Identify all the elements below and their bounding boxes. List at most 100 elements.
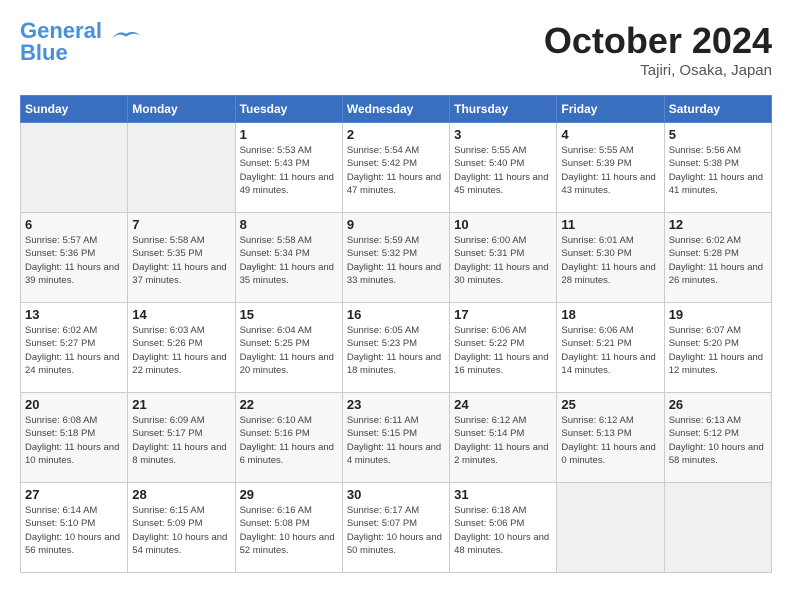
day-info: Sunrise: 5:57 AM Sunset: 5:36 PM Dayligh… (25, 234, 123, 287)
day-number: 4 (561, 127, 659, 142)
calendar-week-4: 20 Sunrise: 6:08 AM Sunset: 5:18 PM Dayli… (21, 393, 772, 483)
calendar-cell: 11 Sunrise: 6:01 AM Sunset: 5:30 PM Dayli… (557, 213, 664, 303)
day-number: 27 (25, 487, 123, 502)
calendar-cell: 27 Sunrise: 6:14 AM Sunset: 5:10 PM Dayli… (21, 483, 128, 573)
day-info: Sunrise: 6:15 AM Sunset: 5:09 PM Dayligh… (132, 504, 230, 557)
calendar-cell: 29 Sunrise: 6:16 AM Sunset: 5:08 PM Dayli… (235, 483, 342, 573)
calendar-cell: 12 Sunrise: 6:02 AM Sunset: 5:28 PM Dayli… (664, 213, 771, 303)
day-number: 21 (132, 397, 230, 412)
month-title: October 2024 (544, 20, 772, 62)
day-info: Sunrise: 6:09 AM Sunset: 5:17 PM Dayligh… (132, 414, 230, 467)
calendar-cell: 6Sunrise: 5:57 AM Sunset: 5:36 PM Daylig… (21, 213, 128, 303)
day-number: 2 (347, 127, 445, 142)
calendar-cell: 3 Sunrise: 5:55 AM Sunset: 5:40 PM Daylig… (450, 123, 557, 213)
day-info: Sunrise: 6:17 AM Sunset: 5:07 PM Dayligh… (347, 504, 445, 557)
calendar-week-3: 13Sunrise: 6:02 AM Sunset: 5:27 PM Dayli… (21, 303, 772, 393)
day-number: 13 (25, 307, 123, 322)
calendar-body: 1Sunrise: 5:53 AM Sunset: 5:43 PM Daylig… (21, 123, 772, 573)
day-number: 26 (669, 397, 767, 412)
day-number: 25 (561, 397, 659, 412)
day-info: Sunrise: 6:06 AM Sunset: 5:21 PM Dayligh… (561, 324, 659, 377)
calendar-cell: 5Sunrise: 5:56 AM Sunset: 5:38 PM Daylig… (664, 123, 771, 213)
logo-text: GeneralBlue (20, 20, 102, 64)
day-number: 10 (454, 217, 552, 232)
day-number: 1 (240, 127, 338, 142)
calendar-cell: 7Sunrise: 5:58 AM Sunset: 5:35 PM Daylig… (128, 213, 235, 303)
location-text: Tajiri, Osaka, Japan (544, 62, 772, 79)
page-header: GeneralBlue October 2024 Tajiri, Osaka, … (20, 20, 772, 79)
calendar-week-2: 6Sunrise: 5:57 AM Sunset: 5:36 PM Daylig… (21, 213, 772, 303)
calendar-table: SundayMondayTuesdayWednesdayThursdayFrid… (20, 95, 772, 573)
calendar-cell: 25 Sunrise: 6:12 AM Sunset: 5:13 PM Dayli… (557, 393, 664, 483)
calendar-cell: 22 Sunrise: 6:10 AM Sunset: 5:16 PM Dayli… (235, 393, 342, 483)
day-info: Sunrise: 6:12 AM Sunset: 5:14 PM Dayligh… (454, 414, 552, 467)
calendar-cell: 1Sunrise: 5:53 AM Sunset: 5:43 PM Daylig… (235, 123, 342, 213)
day-info: Sunrise: 6:00 AM Sunset: 5:31 PM Dayligh… (454, 234, 552, 287)
day-info: Sunrise: 6:01 AM Sunset: 5:30 PM Dayligh… (561, 234, 659, 287)
weekday-header-friday: Friday (557, 96, 664, 123)
weekday-header-saturday: Saturday (664, 96, 771, 123)
calendar-cell: 4 Sunrise: 5:55 AM Sunset: 5:39 PM Daylig… (557, 123, 664, 213)
day-number: 8 (240, 217, 338, 232)
calendar-cell: 30 Sunrise: 6:17 AM Sunset: 5:07 PM Dayli… (342, 483, 449, 573)
weekday-header-sunday: Sunday (21, 96, 128, 123)
calendar-cell: 28 Sunrise: 6:15 AM Sunset: 5:09 PM Dayli… (128, 483, 235, 573)
calendar-cell: 9 Sunrise: 5:59 AM Sunset: 5:32 PM Daylig… (342, 213, 449, 303)
calendar-cell: 23 Sunrise: 6:11 AM Sunset: 5:15 PM Dayli… (342, 393, 449, 483)
day-info: Sunrise: 6:16 AM Sunset: 5:08 PM Dayligh… (240, 504, 338, 557)
calendar-week-5: 27 Sunrise: 6:14 AM Sunset: 5:10 PM Dayli… (21, 483, 772, 573)
day-number: 24 (454, 397, 552, 412)
day-info: Sunrise: 6:02 AM Sunset: 5:28 PM Dayligh… (669, 234, 767, 287)
weekday-header-tuesday: Tuesday (235, 96, 342, 123)
day-info: Sunrise: 5:55 AM Sunset: 5:40 PM Dayligh… (454, 144, 552, 197)
calendar-cell: 26 Sunrise: 6:13 AM Sunset: 5:12 PM Dayli… (664, 393, 771, 483)
day-info: Sunrise: 5:58 AM Sunset: 5:34 PM Dayligh… (240, 234, 338, 287)
day-number: 5 (669, 127, 767, 142)
day-number: 17 (454, 307, 552, 322)
day-number: 3 (454, 127, 552, 142)
day-number: 31 (454, 487, 552, 502)
day-info: Sunrise: 5:55 AM Sunset: 5:39 PM Dayligh… (561, 144, 659, 197)
calendar-cell: 24 Sunrise: 6:12 AM Sunset: 5:14 PM Dayli… (450, 393, 557, 483)
day-info: Sunrise: 5:58 AM Sunset: 5:35 PM Dayligh… (132, 234, 230, 287)
weekday-header-wednesday: Wednesday (342, 96, 449, 123)
day-number: 16 (347, 307, 445, 322)
weekday-header-monday: Monday (128, 96, 235, 123)
day-info: Sunrise: 6:11 AM Sunset: 5:15 PM Dayligh… (347, 414, 445, 467)
day-number: 19 (669, 307, 767, 322)
day-info: Sunrise: 6:06 AM Sunset: 5:22 PM Dayligh… (454, 324, 552, 377)
day-info: Sunrise: 5:59 AM Sunset: 5:32 PM Dayligh… (347, 234, 445, 287)
day-number: 28 (132, 487, 230, 502)
day-info: Sunrise: 6:03 AM Sunset: 5:26 PM Dayligh… (132, 324, 230, 377)
day-info: Sunrise: 6:10 AM Sunset: 5:16 PM Dayligh… (240, 414, 338, 467)
day-info: Sunrise: 6:13 AM Sunset: 5:12 PM Dayligh… (669, 414, 767, 467)
day-info: Sunrise: 6:14 AM Sunset: 5:10 PM Dayligh… (25, 504, 123, 557)
calendar-week-1: 1Sunrise: 5:53 AM Sunset: 5:43 PM Daylig… (21, 123, 772, 213)
day-number: 12 (669, 217, 767, 232)
day-info: Sunrise: 6:18 AM Sunset: 5:06 PM Dayligh… (454, 504, 552, 557)
day-info: Sunrise: 6:08 AM Sunset: 5:18 PM Dayligh… (25, 414, 123, 467)
day-number: 30 (347, 487, 445, 502)
calendar-cell: 10 Sunrise: 6:00 AM Sunset: 5:31 PM Dayli… (450, 213, 557, 303)
day-number: 20 (25, 397, 123, 412)
calendar-cell (21, 123, 128, 213)
day-info: Sunrise: 5:54 AM Sunset: 5:42 PM Dayligh… (347, 144, 445, 197)
calendar-cell: 31 Sunrise: 6:18 AM Sunset: 5:06 PM Dayli… (450, 483, 557, 573)
calendar-cell: 14Sunrise: 6:03 AM Sunset: 5:26 PM Dayli… (128, 303, 235, 393)
day-number: 9 (347, 217, 445, 232)
day-number: 22 (240, 397, 338, 412)
day-info: Sunrise: 6:07 AM Sunset: 5:20 PM Dayligh… (669, 324, 767, 377)
logo: GeneralBlue (20, 20, 146, 64)
calendar-cell: 19 Sunrise: 6:07 AM Sunset: 5:20 PM Dayli… (664, 303, 771, 393)
day-number: 11 (561, 217, 659, 232)
logo-bird-icon (106, 28, 146, 46)
calendar-cell (557, 483, 664, 573)
calendar-cell: 17 Sunrise: 6:06 AM Sunset: 5:22 PM Dayli… (450, 303, 557, 393)
day-info: Sunrise: 6:04 AM Sunset: 5:25 PM Dayligh… (240, 324, 338, 377)
calendar-cell (664, 483, 771, 573)
day-number: 29 (240, 487, 338, 502)
calendar-cell: 20 Sunrise: 6:08 AM Sunset: 5:18 PM Dayli… (21, 393, 128, 483)
day-number: 23 (347, 397, 445, 412)
weekday-header-thursday: Thursday (450, 96, 557, 123)
day-info: Sunrise: 6:12 AM Sunset: 5:13 PM Dayligh… (561, 414, 659, 467)
